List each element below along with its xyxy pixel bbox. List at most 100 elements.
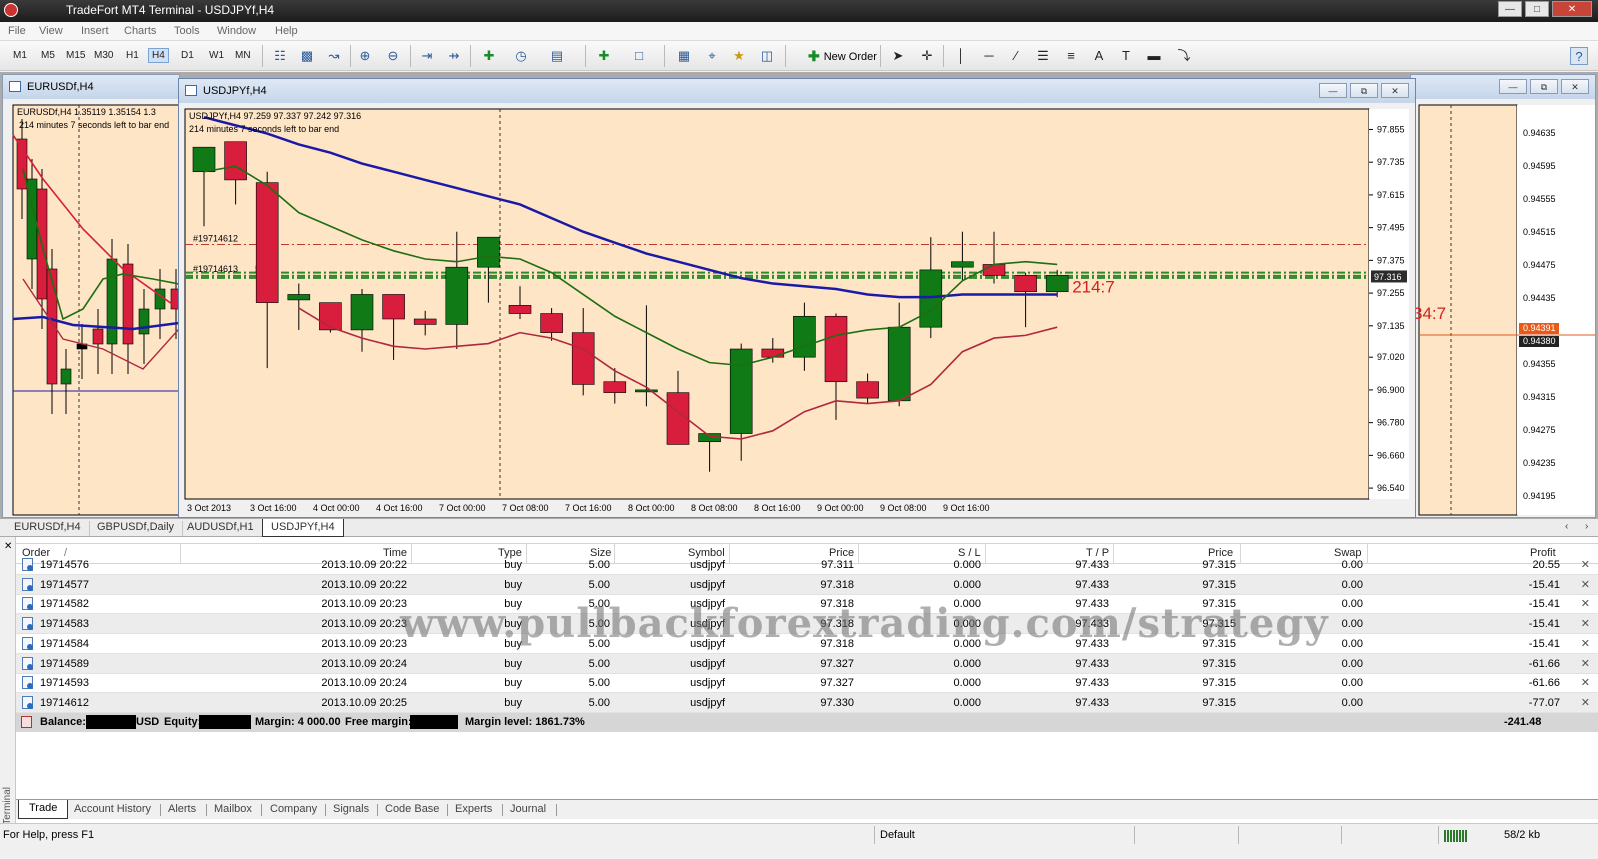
eurusd-chart-canvas[interactable]: [3, 99, 179, 517]
timeframe-m30[interactable]: M30: [94, 50, 113, 61]
table-row[interactable]: 19714576 2013.10.09 20:22 buy 5.00 usdjpyf 97…: [16, 555, 1598, 575]
menu-help[interactable]: Help: [275, 25, 298, 37]
y-tick-label: 97.495: [1377, 223, 1405, 233]
periods-clock-icon[interactable]: ◷: [512, 47, 530, 65]
scroll-right-icon[interactable]: ›: [1585, 521, 1588, 532]
tab-code-base[interactable]: Code Base: [385, 803, 439, 815]
cursor-icon[interactable]: ➤: [889, 47, 907, 65]
right-chart-canvas[interactable]: 34:7 0.94635 0.94595 0.94555 0.94515 0.94475 0…: [1411, 99, 1595, 517]
chart-shift-icon[interactable]: ⇸: [445, 47, 463, 65]
line-chart-icon[interactable]: ↝: [325, 47, 343, 65]
y-tick-label: 0.94595: [1523, 161, 1556, 171]
chart-caption: USDJPYf,H4 — ⧉ ✕: [179, 79, 1415, 103]
tab-audusdf-h1[interactable]: AUDUSDf,H1: [179, 521, 263, 536]
tab-gbpusdf-daily[interactable]: GBPUSDf,Daily: [89, 521, 184, 536]
scroll-left-icon[interactable]: ‹: [1565, 521, 1568, 532]
shapes-icon[interactable]: ⤵: [1175, 47, 1193, 65]
minimize-icon[interactable]: —: [1499, 79, 1527, 94]
close-order-icon[interactable]: ✕: [1581, 696, 1590, 709]
candlestick-icon[interactable]: ▩: [298, 47, 316, 65]
menu-file[interactable]: File: [8, 25, 26, 37]
menu-charts[interactable]: Charts: [124, 25, 156, 37]
timeframe-m1[interactable]: M1: [13, 50, 27, 61]
table-row[interactable]: 19714612 2013.10.09 20:25 buy 5.00 usdjpyf 97…: [16, 692, 1598, 713]
templates-icon[interactable]: ▤: [548, 47, 566, 65]
close-order-icon[interactable]: ✕: [1581, 676, 1590, 689]
profiles-icon[interactable]: □: [630, 47, 648, 65]
close-icon[interactable]: ✕: [1561, 79, 1589, 94]
table-row[interactable]: 19714589 2013.10.09 20:24 buy 5.00 usdjpyf 97…: [16, 653, 1598, 674]
close-order-icon[interactable]: ✕: [1581, 597, 1590, 610]
table-row[interactable]: 19714577 2013.10.09 20:22 buy 5.00 usdjpyf 97…: [16, 574, 1598, 595]
fibonacci-icon[interactable]: ≡: [1062, 47, 1080, 65]
close-order-icon[interactable]: ✕: [1581, 558, 1590, 571]
help-icon[interactable]: ?: [1570, 47, 1588, 65]
chart-window-icon: [9, 81, 21, 92]
close-order-icon[interactable]: ✕: [1581, 617, 1590, 630]
timeframe-d1[interactable]: D1: [181, 50, 194, 61]
new-order-button[interactable]: ✚ New Order: [808, 47, 877, 66]
tab-trade[interactable]: Trade: [18, 800, 69, 819]
menu-window[interactable]: Window: [217, 25, 256, 37]
restore-icon[interactable]: ⧉: [1530, 79, 1558, 94]
cell-symbol: usdjpyf: [690, 657, 725, 670]
account-icon: [21, 716, 32, 728]
vertical-line-icon[interactable]: │: [952, 47, 970, 65]
trendline-icon[interactable]: ∕: [1007, 47, 1025, 65]
timeframe-m15[interactable]: M15: [66, 50, 85, 61]
tab-journal[interactable]: Journal: [510, 803, 546, 815]
close-order-icon[interactable]: ✕: [1581, 637, 1590, 650]
maximize-icon[interactable]: □: [1525, 1, 1549, 17]
close-icon[interactable]: ✕: [4, 541, 12, 552]
tab-signals[interactable]: Signals: [333, 803, 369, 815]
timeframe-mn[interactable]: MN: [235, 50, 251, 61]
menu-insert[interactable]: Insert: [81, 25, 109, 37]
tab-eurusdf-h4[interactable]: EURUSDf,H4: [6, 521, 90, 536]
menu-tools[interactable]: Tools: [174, 25, 200, 37]
restore-icon[interactable]: ⧉: [1350, 83, 1378, 98]
timeframe-m5[interactable]: M5: [41, 50, 55, 61]
new-chart-icon[interactable]: ✚: [595, 47, 613, 65]
market-watch-icon[interactable]: ▦: [675, 47, 693, 65]
toolbar-divider: [470, 45, 471, 67]
table-row[interactable]: 19714593 2013.10.09 20:24 buy 5.00 usdjpyf 97…: [16, 673, 1598, 694]
timeframe-h4[interactable]: H4: [148, 48, 169, 63]
channel-icon[interactable]: ☰: [1034, 47, 1052, 65]
tab-alerts[interactable]: Alerts: [168, 803, 196, 815]
tab-usdjpyf-h4[interactable]: USDJPYf,H4: [262, 519, 344, 537]
autoscroll-icon[interactable]: ⇥: [418, 47, 436, 65]
terminal-icon[interactable]: ◫: [758, 47, 776, 65]
navigator-icon[interactable]: ★: [730, 47, 748, 65]
close-icon[interactable]: ✕: [1381, 83, 1409, 98]
close-order-icon[interactable]: ✕: [1581, 578, 1590, 591]
chart-window-right[interactable]: — ⧉ ✕ 34:7 0.94635 0.94595 0.94555 0.94515 0.…: [1410, 74, 1596, 518]
close-icon[interactable]: ✕: [1552, 1, 1592, 17]
x-tick-label: 3 Oct 16:00: [250, 503, 297, 513]
chart-window-eurusd[interactable]: EURUSDf,H4 EURUSDf,H4 1.35119 1.35154 1.…: [2, 74, 180, 518]
indicators-icon[interactable]: ✚: [480, 47, 498, 65]
crosshair-icon[interactable]: ⌖: [703, 47, 721, 65]
minimize-icon[interactable]: —: [1319, 83, 1347, 98]
usdjpy-chart-canvas[interactable]: 97.855 97.735 97.615 97.495 97.375 97.255 97.1…: [179, 103, 1415, 517]
chart-window-usdjpy[interactable]: USDJPYf,H4 — ⧉ ✕ 97.855 97.735 97.615 97.49…: [178, 78, 1416, 518]
close-order-icon[interactable]: ✕: [1581, 657, 1590, 670]
tab-account-history[interactable]: Account History: [74, 803, 151, 815]
arrows-icon[interactable]: ▬: [1145, 47, 1163, 65]
minimize-icon[interactable]: —: [1498, 1, 1522, 17]
redacted-free-margin: [410, 715, 458, 729]
zoom-in-icon[interactable]: ⊕: [356, 47, 374, 65]
horizontal-line-icon[interactable]: ─: [980, 47, 998, 65]
tab-experts[interactable]: Experts: [455, 803, 492, 815]
tab-company[interactable]: Company: [270, 803, 317, 815]
bar-chart-icon[interactable]: ☷: [271, 47, 289, 65]
text-label-icon[interactable]: T: [1117, 47, 1135, 65]
text-icon[interactable]: A: [1090, 47, 1108, 65]
crosshair-tool-icon[interactable]: ✛: [918, 47, 936, 65]
zoom-out-icon[interactable]: ⊖: [384, 47, 402, 65]
status-profile: Default: [880, 829, 915, 841]
timeframe-h1[interactable]: H1: [126, 50, 139, 61]
tab-mailbox[interactable]: Mailbox: [214, 803, 252, 815]
menu-view[interactable]: View: [39, 25, 63, 37]
margin-level-label: Margin level: 1861.73%: [465, 716, 585, 728]
timeframe-w1[interactable]: W1: [209, 50, 224, 61]
